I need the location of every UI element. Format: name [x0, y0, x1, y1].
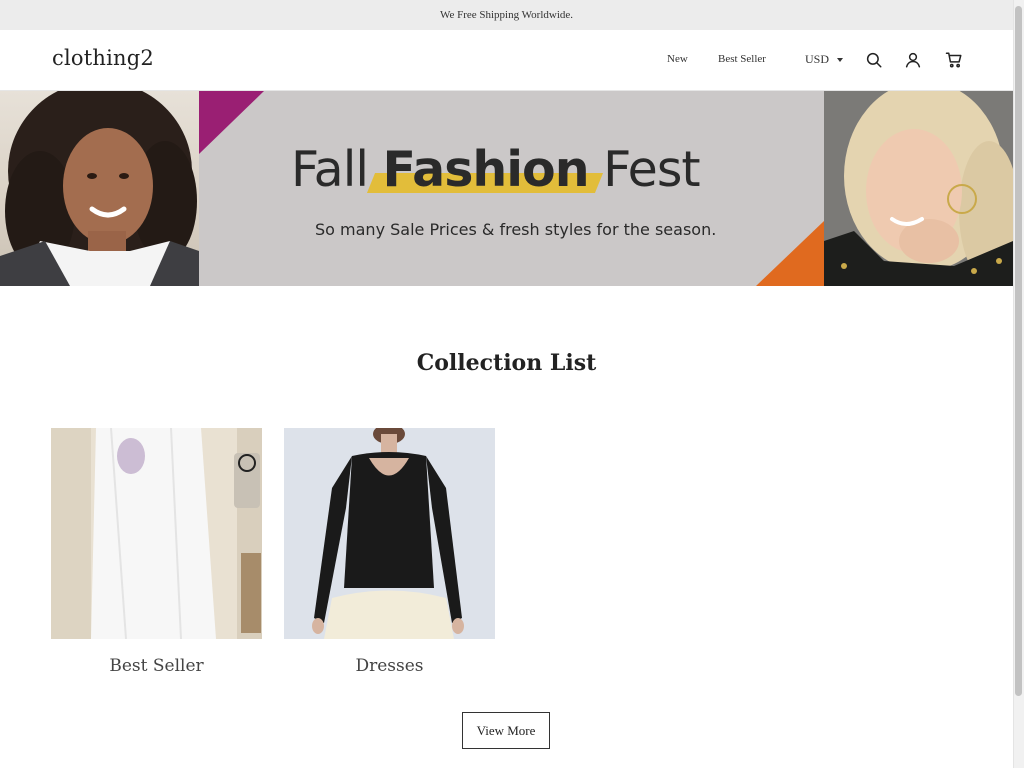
hero-title-part-3: Fest: [603, 141, 700, 198]
account-icon[interactable]: [904, 51, 922, 69]
cart-icon[interactable]: [945, 51, 963, 69]
hero-banner[interactable]: Fall Fashion Fest So many Sale Prices & …: [0, 91, 1013, 286]
collection-image-dresses: [284, 428, 495, 639]
collection-label-best-seller[interactable]: Best Seller: [51, 656, 262, 676]
announcement-bar: We Free Shipping Worldwide.: [0, 0, 1013, 30]
announcement-text: We Free Shipping Worldwide.: [439, 9, 574, 21]
collection-card-best-seller[interactable]: Best Seller: [51, 428, 262, 676]
hero-title: Fall Fashion Fest: [291, 141, 701, 198]
site-logo[interactable]: clothing2: [52, 46, 154, 70]
collection-label-dresses[interactable]: Dresses: [284, 656, 495, 676]
view-more-button[interactable]: View More: [462, 712, 550, 749]
collection-card-dresses[interactable]: Dresses: [284, 428, 495, 676]
hero-subtitle: So many Sale Prices & fresh styles for t…: [315, 220, 717, 239]
orange-accent-shape: [756, 221, 824, 286]
page-scrollbar[interactable]: [1013, 0, 1024, 768]
hero-title-part-1: Fall: [291, 141, 369, 198]
hero-model-left-image: [0, 91, 199, 286]
currency-selector[interactable]: USD: [805, 52, 844, 67]
collection-list-title: Collection List: [416, 350, 597, 376]
nav-link-best-seller[interactable]: Best Seller: [718, 53, 766, 65]
nav-link-new[interactable]: New: [667, 53, 688, 65]
collection-image-best-seller: [51, 428, 262, 639]
scrollbar-thumb[interactable]: [1015, 6, 1022, 696]
caret-down-icon: [837, 58, 844, 62]
currency-label: USD: [805, 52, 830, 66]
site-header: clothing2 New Best Seller USD: [0, 30, 1013, 91]
search-icon[interactable]: [865, 51, 883, 69]
hero-model-right-image: [824, 91, 1013, 286]
hero-title-highlight: Fashion: [382, 141, 590, 198]
purple-accent-shape: [199, 91, 264, 154]
